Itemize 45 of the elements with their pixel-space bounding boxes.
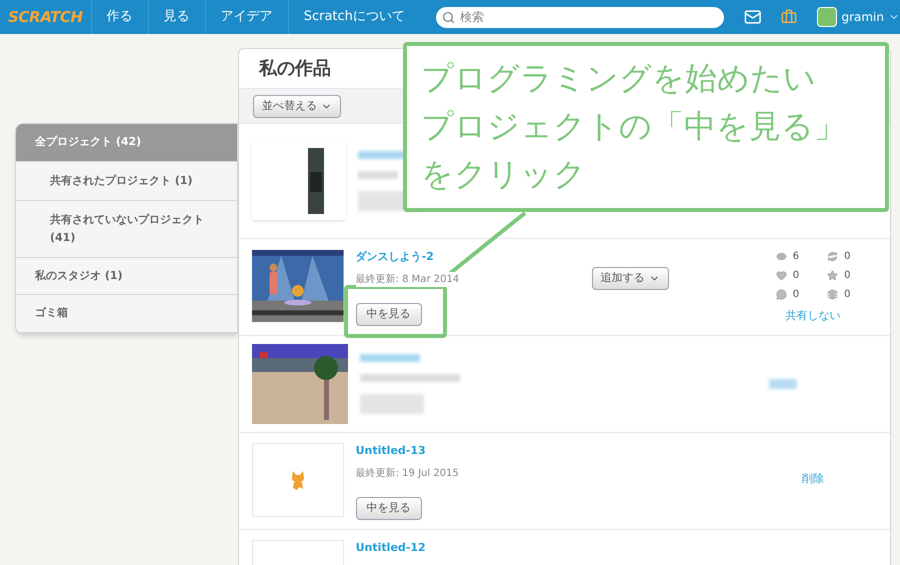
studio-icon (827, 289, 838, 300)
avatar[interactable] (817, 7, 838, 27)
callout-text: をクリック (421, 154, 586, 195)
cat-icon (290, 469, 306, 491)
eye-icon (776, 251, 787, 262)
stat-count: 0 (844, 269, 851, 283)
star-icon (827, 270, 838, 281)
nav-link[interactable]: アイデア (204, 0, 288, 34)
nav-link[interactable]: 作る (90, 0, 148, 34)
stat-count: 0 (792, 269, 800, 283)
comment-icon (776, 289, 787, 300)
project-title[interactable]: Untitled-12 (356, 540, 426, 556)
sidebar-item[interactable]: 全プロジェクト (42) (16, 124, 237, 162)
see-inside-button[interactable]: 中を見る (356, 302, 422, 326)
sidebar-item[interactable]: 私のスタジオ (1) (16, 258, 237, 295)
last-updated: 最終更新: 19 Jul 2015 (356, 466, 459, 480)
see-inside-button[interactable]: 中を見る (356, 496, 422, 520)
page-title: 私の作品 (259, 57, 331, 81)
stat-count: 0 (844, 288, 851, 302)
project-action-link[interactable]: 共有しない (786, 308, 841, 324)
callout-text: プログラミングを始めたい (421, 58, 816, 99)
stat-count: 0 (844, 250, 851, 264)
nav-link[interactable]: 見る (148, 0, 205, 34)
stat-count: 6 (792, 250, 800, 264)
stat-count: 0 (792, 288, 800, 302)
sidebar-item[interactable]: 共有されていないプロジェクト (41) (16, 200, 237, 258)
blurred-placeholder (769, 379, 797, 389)
search-field[interactable]: 検索 (436, 6, 724, 28)
search-icon (442, 10, 455, 24)
add-to-button[interactable]: 追加する (592, 267, 669, 290)
blurred-placeholder (360, 394, 424, 414)
project-title[interactable]: ダンスしよう-2 (356, 249, 434, 266)
last-updated: 最終更新: 8 Mar 2014 (356, 272, 460, 286)
remix-icon (827, 251, 838, 262)
project-action-link[interactable]: 削除 (802, 471, 824, 488)
callout-text: プロジェクトの「中を見る」 (421, 106, 846, 147)
username[interactable]: gramin (841, 8, 884, 26)
project-title[interactable]: Untitled-13 (356, 443, 426, 460)
nav-link[interactable]: Scratchについて (288, 0, 420, 34)
blurred-placeholder (358, 171, 398, 179)
sort-button[interactable]: 並べ替える (253, 94, 341, 118)
sidebar-item[interactable]: 共有されたプロジェクト (1) (16, 162, 237, 200)
sidebar-item[interactable]: ゴミ箱 (16, 295, 237, 332)
heart-icon (776, 270, 787, 281)
blurred-placeholder (360, 354, 420, 362)
